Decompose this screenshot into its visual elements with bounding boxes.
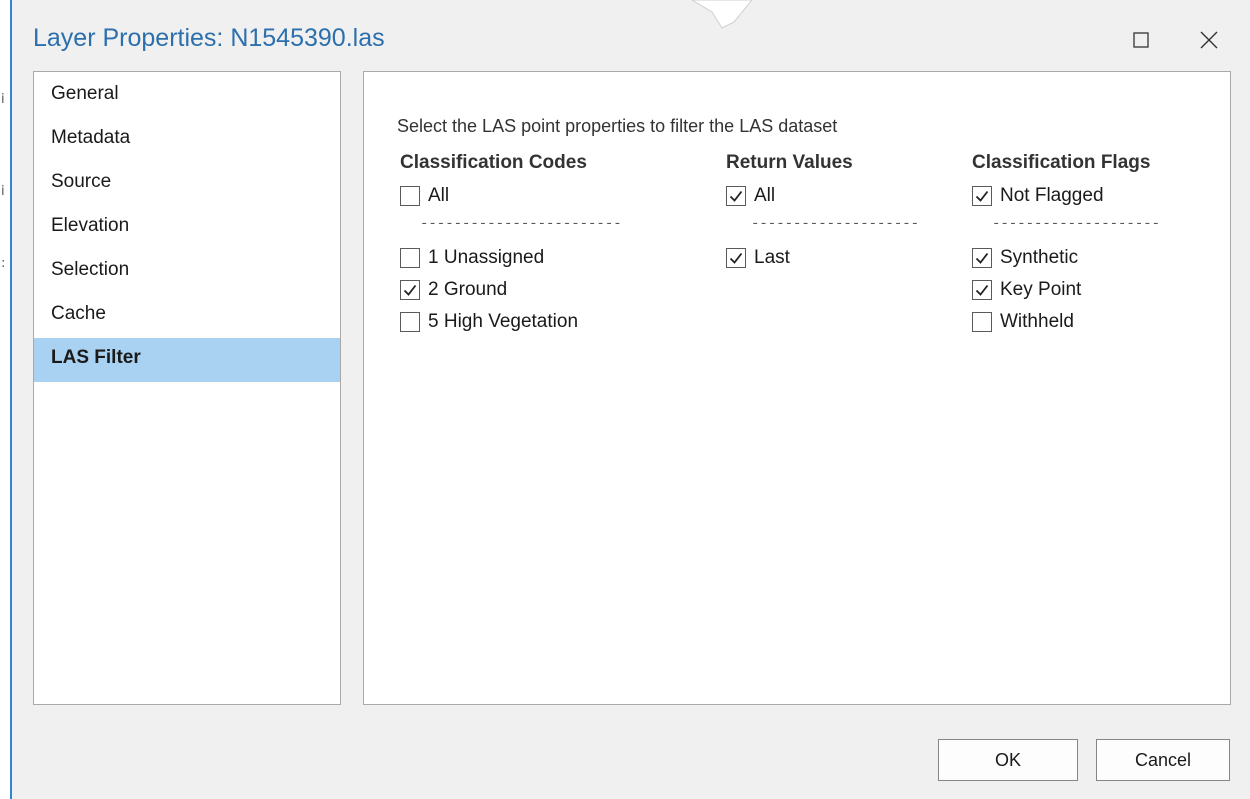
separator-line: -------------------- <box>751 216 920 232</box>
nav-item-cache[interactable]: Cache <box>34 294 340 338</box>
classification-2-ground-checkbox[interactable]: 2 Ground <box>400 274 660 306</box>
checkmark-icon <box>975 284 989 296</box>
background-cursor-shape <box>692 0 752 29</box>
checkmark-icon <box>729 252 743 264</box>
filter-instruction: Select the LAS point properties to filte… <box>397 116 838 136</box>
checkbox-box[interactable] <box>972 248 992 268</box>
flag-synthetic-checkbox[interactable]: Synthetic <box>972 242 1192 274</box>
checkbox-label: 5 High Vegetation <box>428 311 579 332</box>
nav-item-source[interactable]: Source <box>34 162 340 206</box>
classification-flags-column: Classification Flags Not Flagged -------… <box>972 152 1192 338</box>
flag-withheld-checkbox[interactable]: Withheld <box>972 306 1192 338</box>
checkbox-label: Synthetic <box>1000 247 1079 268</box>
separator-line: ------------------------ <box>420 216 622 232</box>
separator-line: -------------------- <box>992 216 1161 232</box>
nav-item-las-filter[interactable]: LAS Filter <box>34 338 340 382</box>
checkmark-icon <box>729 190 743 202</box>
return-values-header: Return Values <box>726 152 853 173</box>
checkbox-label: All <box>754 185 776 206</box>
nav-item-general[interactable]: General <box>34 74 340 118</box>
background-window-edge: i i : <box>0 0 12 799</box>
nav-item-metadata[interactable]: Metadata <box>34 118 340 162</box>
checkbox-box[interactable] <box>400 280 420 300</box>
maximize-button[interactable] <box>1117 18 1165 62</box>
edge-mark: i <box>1 184 5 199</box>
ok-button[interactable]: OK <box>938 739 1078 781</box>
checkbox-label: Withheld <box>1000 311 1074 332</box>
checkbox-label: All <box>428 185 450 206</box>
edge-mark: : <box>1 256 6 271</box>
checkbox-box[interactable] <box>400 248 420 268</box>
classification-codes-header: Classification Codes <box>400 152 587 173</box>
checkmark-icon <box>975 190 989 202</box>
classification-codes-column: Classification Codes All ---------------… <box>400 152 660 338</box>
checkbox-box[interactable] <box>726 248 746 268</box>
checkbox-box[interactable] <box>972 312 992 332</box>
checkmark-icon <box>403 284 417 296</box>
checkbox-label: Last <box>754 247 790 268</box>
layer-properties-dialog: Layer Properties: N1545390.las General M… <box>12 0 1250 799</box>
checkbox-box[interactable] <box>400 312 420 332</box>
nav-item-elevation[interactable]: Elevation <box>34 206 340 250</box>
flag-key-point-checkbox[interactable]: Key Point <box>972 274 1192 306</box>
return-values-column: Return Values All -------------------- L… <box>726 152 946 274</box>
checkmark-icon <box>975 252 989 264</box>
maximize-icon <box>1133 32 1149 48</box>
classification-5-high-vegetation-checkbox[interactable]: 5 High Vegetation <box>400 306 660 338</box>
classification-flags-header: Classification Flags <box>972 152 1151 173</box>
return-last-checkbox[interactable]: Last <box>726 242 946 274</box>
cancel-button[interactable]: Cancel <box>1096 739 1230 781</box>
checkbox-box[interactable] <box>972 186 992 206</box>
checkbox-label: 2 Ground <box>428 279 508 300</box>
checkbox-label: Not Flagged <box>1000 185 1104 206</box>
las-filter-panel: Select the LAS point properties to filte… <box>363 71 1231 705</box>
edge-mark: i <box>1 92 5 107</box>
dialog-title: Layer Properties: N1545390.las <box>33 24 385 52</box>
nav-panel: General Metadata Source Elevation Select… <box>33 71 341 705</box>
checkbox-box[interactable] <box>972 280 992 300</box>
checkbox-box[interactable] <box>726 186 746 206</box>
classification-all-checkbox[interactable]: All <box>400 180 660 212</box>
checkbox-box[interactable] <box>400 186 420 206</box>
checkbox-label: 1 Unassigned <box>428 247 545 268</box>
flag-not-flagged-checkbox[interactable]: Not Flagged <box>972 180 1192 212</box>
close-icon <box>1200 31 1218 49</box>
close-button[interactable] <box>1185 18 1233 62</box>
checkbox-label: Key Point <box>1000 279 1082 300</box>
classification-1-unassigned-checkbox[interactable]: 1 Unassigned <box>400 242 660 274</box>
return-all-checkbox[interactable]: All <box>726 180 946 212</box>
nav-item-selection[interactable]: Selection <box>34 250 340 294</box>
